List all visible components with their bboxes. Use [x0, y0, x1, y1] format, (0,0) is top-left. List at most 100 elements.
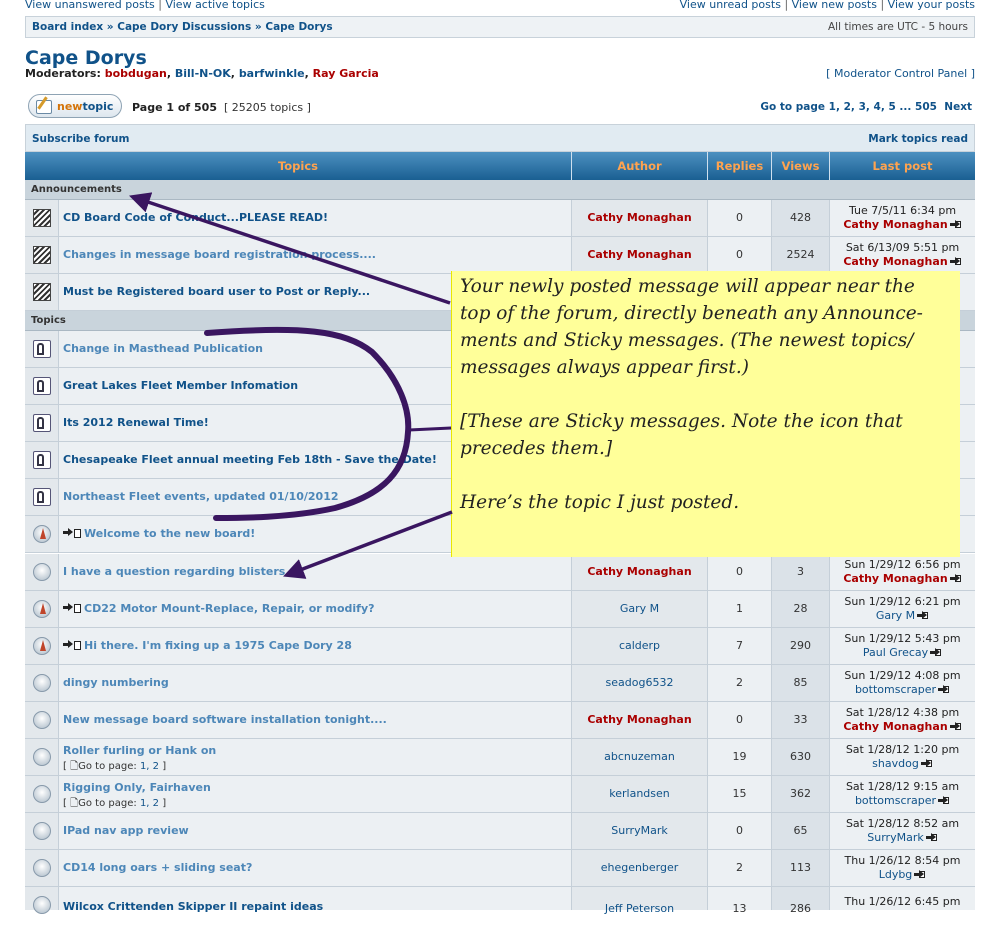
topic-page-links[interactable]: 1, 2 [140, 798, 159, 809]
view-latest-post-icon[interactable] [949, 220, 962, 229]
topic-title-link[interactable]: dingy numbering [63, 676, 169, 689]
last-post-author[interactable]: Paul Grecay [863, 646, 928, 659]
topic-title-link[interactable]: CD14 long oars + sliding seat? [63, 861, 252, 874]
new-post-icon[interactable] [63, 640, 81, 650]
author-link[interactable]: abcnuzeman [604, 750, 675, 763]
topic-title-link[interactable]: New message board software installation … [63, 713, 387, 726]
author-link[interactable]: Jeff Peterson [605, 902, 674, 915]
header-views[interactable]: Views [771, 152, 829, 180]
view-latest-post-icon[interactable] [930, 648, 942, 657]
header-topics[interactable]: Topics [25, 152, 571, 180]
topic-title-link[interactable]: Its 2012 Renewal Time! [63, 416, 209, 429]
topic-title-link[interactable]: Wilcox Crittenden Skipper II repaint ide… [63, 900, 323, 913]
view-latest-post-icon[interactable] [938, 685, 950, 694]
topic-title-link[interactable]: Must be Registered board user to Post or… [63, 285, 370, 298]
topic-title-link[interactable]: CD22 Motor Mount-Replace, Repair, or mod… [84, 602, 375, 615]
author-cell: Cathy Monaghan [571, 237, 707, 273]
topic-title-link[interactable]: Changes in message board registration pr… [63, 248, 376, 261]
view-latest-post-icon[interactable] [949, 257, 962, 266]
new-post-icon[interactable] [63, 528, 81, 538]
author-link[interactable]: Gary M [620, 602, 659, 615]
header-author[interactable]: Author [571, 152, 707, 180]
breadcrumb-cape-dorys[interactable]: Cape Dorys [265, 21, 332, 33]
subscribe-forum-link[interactable]: Subscribe forum [32, 133, 129, 145]
topic-pagination: [ 🗋Go to page: 1, 2 ] [63, 798, 167, 809]
forum-title[interactable]: Cape Dorys [25, 47, 147, 69]
view-your-posts-link[interactable]: View your posts [888, 0, 975, 11]
view-latest-post-icon[interactable] [938, 796, 950, 805]
replies-cell: 13 [707, 887, 771, 915]
view-latest-post-icon[interactable] [949, 722, 962, 731]
table-row: CD14 long oars + sliding seat? ehegenber… [25, 850, 975, 887]
author-link[interactable]: Cathy Monaghan [587, 565, 691, 578]
moderator-link[interactable]: Bill-N-OK [175, 67, 231, 80]
last-post-author[interactable]: Cathy Monaghan [843, 218, 947, 231]
last-post-author[interactable]: SurryMark [867, 831, 923, 844]
last-post-date: Thu 1/26/12 8:54 pm [844, 854, 961, 867]
view-latest-post-icon[interactable] [925, 833, 938, 842]
topic-title-link[interactable]: Change in Masthead Publication [63, 342, 263, 355]
last-post-author[interactable]: Gary M [876, 609, 915, 622]
last-post-author[interactable]: bottomscraper [855, 794, 936, 807]
page-links[interactable]: 1, 2, 3, 4, 5 ... 505 [829, 101, 937, 113]
new-topic-button[interactable]: newtopic [28, 94, 122, 118]
topic-title-link[interactable]: Hi there. I'm fixing up a 1975 Cape Dory… [84, 639, 352, 652]
last-post-date: Sun 1/29/12 6:21 pm [844, 595, 961, 608]
author-link[interactable]: calderp [619, 639, 660, 652]
last-post-author[interactable]: shavdog [872, 757, 919, 770]
topic-icon [33, 563, 51, 581]
new-post-icon[interactable] [63, 603, 81, 613]
header-replies[interactable]: Replies [707, 152, 771, 180]
moderator-control-panel-link[interactable]: Moderator Control Panel [834, 67, 967, 80]
view-latest-post-icon[interactable] [949, 574, 962, 583]
author-link[interactable]: Cathy Monaghan [587, 713, 691, 726]
view-new-link[interactable]: View new posts [792, 0, 877, 11]
document-icon: 🗋 [70, 798, 79, 809]
topic-title-link[interactable]: I have a question regarding blisters.... [63, 565, 302, 578]
topic-count: 25205 topics [231, 101, 304, 114]
view-unread-link[interactable]: View unread posts [680, 0, 781, 11]
next-page-link[interactable]: Next [944, 101, 972, 113]
moderator-link[interactable]: Ray Garcia [313, 67, 379, 80]
last-post-date: Sat 1/28/12 9:15 am [845, 780, 960, 793]
announcement-icon [33, 246, 51, 264]
last-post-author[interactable]: Cathy Monaghan [843, 720, 947, 733]
topic-title-link[interactable]: CD Board Code of Conduct...PLEASE READ! [63, 211, 328, 224]
moderator-link[interactable]: bobdugan [105, 67, 167, 80]
last-post-author[interactable]: Cathy Monaghan [843, 572, 947, 585]
replies-cell: 0 [707, 813, 771, 849]
topic-title-link[interactable]: Rigging Only, Fairhaven [63, 781, 211, 794]
mark-topics-read-link[interactable]: Mark topics read [868, 133, 968, 145]
view-latest-post-icon[interactable] [920, 759, 933, 768]
header-last-post[interactable]: Last post [829, 152, 975, 180]
last-post-author[interactable]: Ldybg [879, 868, 913, 881]
view-active-link[interactable]: View active topics [165, 0, 264, 11]
author-link[interactable]: Cathy Monaghan [587, 248, 691, 261]
table-row: IPad nav app review SurryMark 0 65 Sat 1… [25, 813, 975, 850]
last-post-author[interactable]: bottomscraper [855, 683, 936, 696]
topic-title-cell: dingy numbering [59, 665, 571, 701]
topic-title-link[interactable]: IPad nav app review [63, 824, 189, 837]
last-post-author[interactable]: Cathy Monaghan [843, 255, 947, 268]
topic-title-link[interactable]: Northeast Fleet events, updated 01/10/20… [63, 490, 339, 503]
breadcrumb-cape-dory-discussions[interactable]: Cape Dory Discussions [117, 21, 251, 33]
author-link[interactable]: Cathy Monaghan [587, 211, 691, 224]
topic-title-link[interactable]: Roller furling or Hank on [63, 744, 216, 757]
view-unanswered-link[interactable]: View unanswered posts [25, 0, 155, 11]
topic-title-cell: Changes in message board registration pr… [59, 237, 571, 273]
topic-title-link[interactable]: Chesapeake Fleet annual meeting Feb 18th… [63, 453, 437, 466]
moderator-link[interactable]: barfwinkle [239, 67, 305, 80]
pencil-icon [36, 100, 52, 114]
author-link[interactable]: kerlandsen [609, 787, 670, 800]
breadcrumb-board-index[interactable]: Board index [32, 21, 103, 33]
author-link[interactable]: ehegenberger [601, 861, 679, 874]
topic-title-link[interactable]: Great Lakes Fleet Member Infomation [63, 379, 298, 392]
replies-cell: 0 [707, 554, 771, 590]
view-latest-post-icon[interactable] [917, 611, 929, 620]
goto-page-label[interactable]: Go to page [760, 101, 825, 113]
author-link[interactable]: seadog6532 [606, 676, 674, 689]
author-link[interactable]: SurryMark [611, 824, 667, 837]
topic-page-links[interactable]: 1, 2 [140, 761, 159, 772]
view-latest-post-icon[interactable] [914, 870, 926, 879]
topic-title-link[interactable]: Welcome to the new board! [84, 527, 255, 540]
